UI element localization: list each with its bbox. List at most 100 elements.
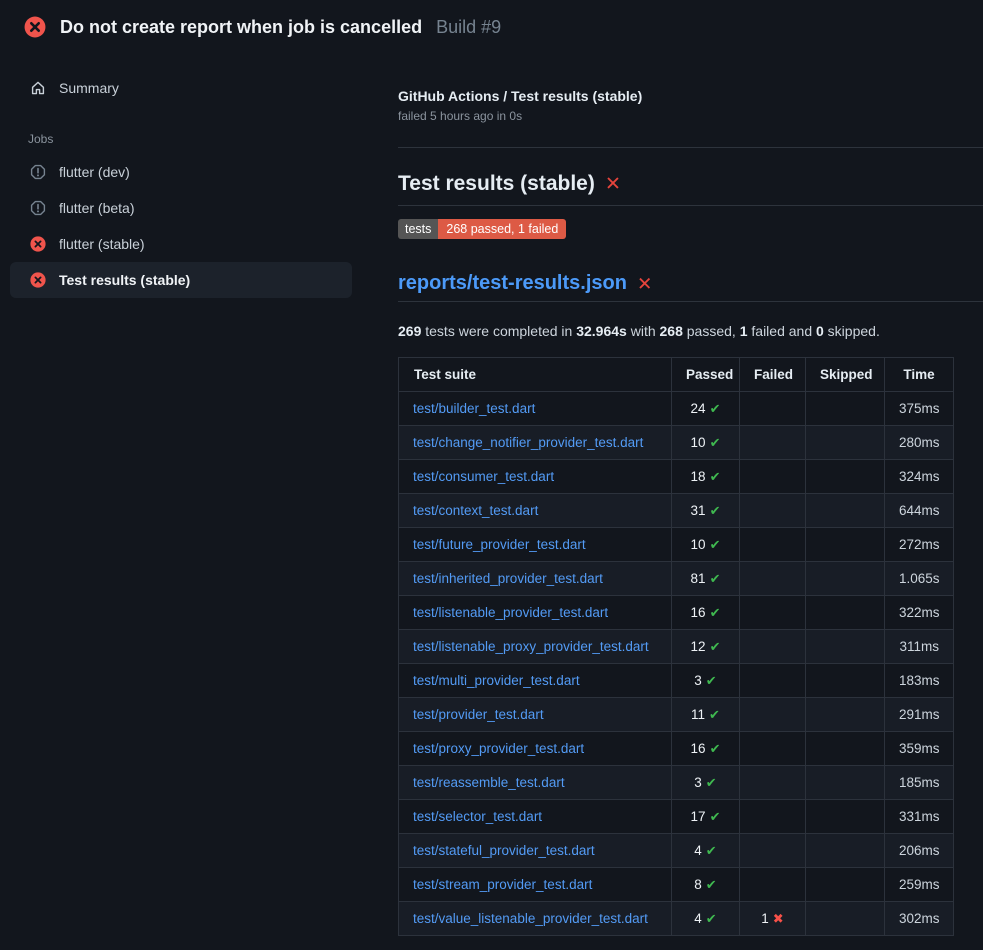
passed-cell: 10✔ (672, 426, 740, 460)
test-suite-link[interactable]: test/selector_test.dart (413, 809, 542, 824)
test-suite-link[interactable]: test/value_listenable_provider_test.dart (413, 911, 648, 926)
check-run-header: GitHub Actions / Test results (stable) f… (398, 88, 983, 148)
time-cell: 644ms (885, 494, 954, 528)
test-suite-cell: test/stream_provider_test.dart (399, 868, 672, 902)
failed-cell (740, 868, 806, 902)
table-row: test/provider_test.dart 11✔ 291ms (399, 698, 954, 732)
table-row: test/proxy_provider_test.dart 16✔ 359ms (399, 732, 954, 766)
table-row: test/future_provider_test.dart 10✔ 272ms (399, 528, 954, 562)
column-header-skipped: Skipped (806, 358, 885, 392)
test-suite-link[interactable]: test/reassemble_test.dart (413, 775, 565, 790)
skipped-cell (806, 868, 885, 902)
test-suite-cell: test/listenable_proxy_provider_test.dart (399, 630, 672, 664)
skipped-cell (806, 528, 885, 562)
column-header-failed: Failed (740, 358, 806, 392)
test-suite-link[interactable]: test/consumer_test.dart (413, 469, 554, 484)
jobs-section-label: Jobs (28, 132, 352, 146)
passed-cell: 17✔ (672, 800, 740, 834)
time-cell: 183ms (885, 664, 954, 698)
failed-cell (740, 562, 806, 596)
skipped-cell (806, 800, 885, 834)
skipped-cell (806, 630, 885, 664)
sidebar-item-test-results-stable-[interactable]: Test results (stable) (10, 262, 352, 298)
cancelled-icon (30, 200, 46, 216)
failed-cell (740, 392, 806, 426)
test-suite-link[interactable]: test/provider_test.dart (413, 707, 544, 722)
test-suite-link[interactable]: test/builder_test.dart (413, 401, 535, 416)
skipped-cell (806, 426, 885, 460)
failed-cell (740, 664, 806, 698)
failed-cell (740, 630, 806, 664)
check-icon: ✔ (706, 843, 717, 858)
check-icon: ✔ (706, 877, 717, 892)
failed-cell (740, 766, 806, 800)
test-suite-link[interactable]: test/change_notifier_provider_test.dart (413, 435, 643, 450)
failed-cell (740, 494, 806, 528)
skipped-cell (806, 834, 885, 868)
time-cell: 206ms (885, 834, 954, 868)
results-table-body: test/builder_test.dart 24✔ 375ms test/ch… (399, 392, 954, 936)
failed-cell (740, 460, 806, 494)
passed-cell: 31✔ (672, 494, 740, 528)
test-suite-link[interactable]: test/inherited_provider_test.dart (413, 571, 603, 586)
test-suite-link[interactable]: test/context_test.dart (413, 503, 538, 518)
table-row: test/context_test.dart 31✔ 644ms (399, 494, 954, 528)
tests-badge: tests 268 passed, 1 failed (398, 219, 566, 239)
table-row: test/stream_provider_test.dart 8✔ 259ms (399, 868, 954, 902)
test-suite-cell: test/builder_test.dart (399, 392, 672, 426)
failed-cell (740, 528, 806, 562)
main-content: GitHub Actions / Test results (stable) f… (380, 52, 983, 936)
passed-cell: 3✔ (672, 664, 740, 698)
check-run-title: GitHub Actions / Test results (stable) (398, 88, 983, 104)
skipped-cell (806, 664, 885, 698)
sidebar-item-flutter-stable-[interactable]: flutter (stable) (10, 226, 352, 262)
table-row: test/listenable_proxy_provider_test.dart… (399, 630, 954, 664)
x-icon: ✖ (773, 911, 784, 926)
time-cell: 1.065s (885, 562, 954, 596)
test-suite-cell: test/provider_test.dart (399, 698, 672, 732)
check-icon: ✔ (709, 707, 720, 722)
test-suite-cell: test/multi_provider_test.dart (399, 664, 672, 698)
time-cell: 272ms (885, 528, 954, 562)
table-row: test/value_listenable_provider_test.dart… (399, 902, 954, 936)
skipped-cell (806, 494, 885, 528)
skipped-cell (806, 596, 885, 630)
sidebar-item-flutter-beta-[interactable]: flutter (beta) (10, 190, 352, 226)
failed-cell (740, 698, 806, 732)
column-header-time: Time (885, 358, 954, 392)
tests-badge-value: 268 passed, 1 failed (438, 219, 566, 239)
check-icon: ✔ (706, 673, 717, 688)
test-suite-link[interactable]: test/proxy_provider_test.dart (413, 741, 584, 756)
passed-cell: 18✔ (672, 460, 740, 494)
test-suite-link[interactable]: test/listenable_provider_test.dart (413, 605, 608, 620)
test-suite-link[interactable]: test/stream_provider_test.dart (413, 877, 592, 892)
test-suite-link[interactable]: test/future_provider_test.dart (413, 537, 586, 552)
time-cell: 359ms (885, 732, 954, 766)
check-icon: ✔ (710, 401, 721, 416)
passed-cell: 24✔ (672, 392, 740, 426)
failed-icon (30, 236, 46, 252)
check-run-meta: failed 5 hours ago in 0s (398, 109, 983, 123)
failed-cell (740, 834, 806, 868)
sidebar-item-flutter-dev-[interactable]: flutter (dev) (10, 154, 352, 190)
home-icon (30, 80, 46, 96)
cross-mark-icon: ✕ (637, 273, 652, 295)
test-suite-link[interactable]: test/stateful_provider_test.dart (413, 843, 595, 858)
build-number: Build #9 (436, 17, 501, 38)
table-row: test/multi_provider_test.dart 3✔ 183ms (399, 664, 954, 698)
table-row: test/reassemble_test.dart 3✔ 185ms (399, 766, 954, 800)
report-file-link[interactable]: reports/test-results.json (398, 272, 627, 295)
table-row: test/builder_test.dart 24✔ 375ms (399, 392, 954, 426)
failed-cell: 1✖ (740, 902, 806, 936)
cross-mark-icon: ✕ (605, 172, 621, 196)
passed-cell: 10✔ (672, 528, 740, 562)
sidebar-item-summary[interactable]: Summary (10, 70, 352, 106)
skipped-cell (806, 698, 885, 732)
test-suite-cell: test/reassemble_test.dart (399, 766, 672, 800)
skipped-cell (806, 392, 885, 426)
test-suite-link[interactable]: test/listenable_proxy_provider_test.dart (413, 639, 649, 654)
test-suite-link[interactable]: test/multi_provider_test.dart (413, 673, 580, 688)
test-suite-cell: test/stateful_provider_test.dart (399, 834, 672, 868)
skipped-cell (806, 902, 885, 936)
sidebar-item-label: flutter (dev) (59, 164, 130, 180)
